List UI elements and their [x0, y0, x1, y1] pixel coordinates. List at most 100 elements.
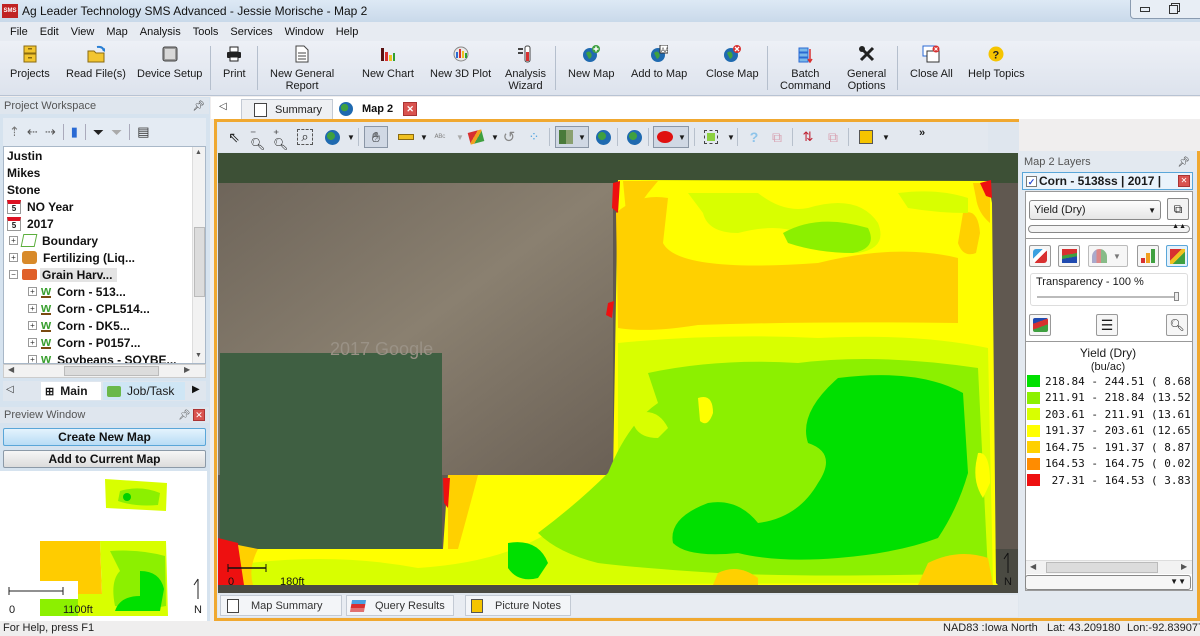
remove-layer-icon[interactable]: ✕ — [1178, 175, 1190, 187]
print-button[interactable]: Print — [223, 45, 246, 80]
pin-icon[interactable]: 📌︎ — [178, 410, 191, 421]
expand-icon[interactable]: + — [9, 236, 18, 245]
tab-scroll-left-icon[interactable]: ◁ — [6, 384, 14, 395]
globe-person-icon[interactable] — [593, 127, 613, 147]
layer-copy-button[interactable]: ⧉ — [1167, 198, 1189, 220]
dropdown-arrow-icon[interactable]: ▼ — [721, 127, 741, 147]
tree-node[interactable]: + ᴡ Corn - DK5... — [28, 317, 130, 334]
zoom-out-icon[interactable]: ₋🔍︎ — [250, 123, 270, 151]
undo-icon[interactable]: ↺ — [499, 127, 519, 147]
basemap-toggle-button[interactable]: ▼ — [555, 126, 589, 148]
legend-list-button[interactable]: ☰ — [1096, 314, 1118, 336]
point-style-button[interactable] — [1029, 245, 1051, 267]
tab-picture-notes[interactable]: Picture Notes — [465, 595, 571, 616]
histogram-button[interactable] — [1137, 245, 1159, 267]
menu-analysis[interactable]: Analysis — [134, 26, 187, 38]
tree-horizontal-scrollbar[interactable]: ◀ ▶ — [3, 364, 206, 378]
scroll-left-icon[interactable]: ◀ — [8, 365, 14, 374]
label-move-icon[interactable]: ᴬᴮᶜ — [430, 127, 450, 147]
legend-horizontal-scrollbar[interactable]: ◀ ▶ — [1026, 560, 1192, 574]
zoom-extent-icon[interactable]: ⌕ — [297, 129, 313, 145]
tab-query-results[interactable]: Query Results — [346, 595, 454, 616]
menu-map[interactable]: Map — [100, 26, 133, 38]
filter-icon[interactable]: ⏷ — [93, 124, 104, 141]
clear-filter-icon[interactable]: ⏷ — [111, 124, 122, 141]
analysis-wizard-button[interactable]: Analysis Wizard — [505, 45, 546, 92]
tab-scroll-right-icon[interactable]: ▶ — [192, 384, 200, 395]
properties-icon[interactable]: ▤ — [137, 124, 149, 140]
note-icon[interactable] — [856, 127, 876, 147]
layer-compare-icon[interactable]: ⧉ — [823, 127, 843, 147]
tree-node[interactable]: + ᴡ Corn - P0157... — [28, 334, 141, 351]
measure-icon[interactable] — [396, 127, 416, 147]
tree-node[interactable]: + ᴡ Soybeans - SOYBE... — [28, 351, 177, 363]
minimize-button[interactable] — [1131, 0, 1159, 18]
expand-icon[interactable]: + — [28, 338, 37, 347]
expand-icon[interactable]: + — [9, 253, 18, 262]
tab-main[interactable]: ⊞ Main — [41, 382, 101, 400]
layers-tool-icon[interactable] — [466, 127, 486, 147]
close-button[interactable]: ✕ — [1187, 0, 1200, 18]
dropdown-arrow-icon[interactable]: ▼ — [876, 127, 896, 147]
attribute-select[interactable]: Yield (Dry) ▼ — [1029, 200, 1161, 220]
scroll-thumb[interactable] — [194, 227, 205, 297]
tab-summary[interactable]: Summary — [241, 99, 333, 119]
expand-icon[interactable]: + — [28, 287, 37, 296]
menu-tools[interactable]: Tools — [187, 26, 225, 38]
export-globe-icon[interactable] — [624, 127, 644, 147]
new-map-button[interactable]: New Map — [568, 45, 614, 80]
close-all-button[interactable]: Close All — [910, 45, 953, 80]
tab-job-task[interactable]: Job/Task — [103, 382, 185, 400]
transparency-slider-thumb[interactable] — [1174, 292, 1179, 301]
zoom-globe-icon[interactable] — [322, 127, 342, 147]
legend-style-button[interactable]: ▼ — [1088, 245, 1128, 267]
add-to-current-map-button[interactable]: Add to Current Map — [3, 450, 206, 468]
new-chart-button[interactable]: New Chart — [362, 45, 414, 80]
tree-node[interactable]: + ᴡ Corn - 513... — [28, 283, 126, 300]
tab-scroll-left-icon[interactable]: ◁ — [219, 101, 227, 112]
scroll-thumb[interactable] — [64, 366, 159, 376]
move-right-icon[interactable]: ⇢ — [45, 124, 56, 140]
expand-icon[interactable]: + — [28, 321, 37, 330]
menu-help[interactable]: Help — [330, 26, 365, 38]
transparency-slider-track[interactable] — [1037, 296, 1177, 298]
close-map-button[interactable]: Close Map — [706, 45, 759, 80]
help-query-icon[interactable]: ? — [744, 127, 764, 147]
new-3d-plot-button[interactable]: New 3D Plot — [430, 45, 491, 80]
tree-node-selected[interactable]: − Grain Harv... — [9, 266, 118, 283]
close-preview-icon[interactable]: ✕ — [193, 409, 205, 421]
select-arrow-icon[interactable]: ⇖ — [224, 127, 244, 147]
batch-command-button[interactable]: Batch Command — [780, 45, 831, 92]
map-canvas[interactable]: 2017 Google 0 180ft N — [218, 153, 1018, 593]
add-to-map-button[interactable]: AA Add to Map — [631, 45, 687, 80]
layer-visible-checkbox[interactable]: ✓ — [1026, 175, 1037, 187]
help-topics-button[interactable]: ? Help Topics — [968, 45, 1025, 80]
projects-button[interactable]: Projects — [10, 45, 50, 80]
collapse-options-bar[interactable]: ▲▲ — [1028, 223, 1190, 233]
zoom-in-icon[interactable]: ₊🔍︎ — [273, 123, 293, 151]
tree-node[interactable]: + ᴡ Corn - CPL514... — [28, 300, 150, 317]
move-up-icon[interactable]: ⇡ — [9, 124, 20, 140]
swap-layers-icon[interactable]: ⇅ — [798, 127, 818, 147]
layer-properties-button[interactable] — [1029, 314, 1051, 336]
scroll-up-icon[interactable]: ▲ — [195, 149, 202, 156]
collapse-icon[interactable]: − — [9, 270, 18, 279]
tree-node[interactable]: Stone — [7, 181, 40, 198]
restore-button[interactable] — [1159, 0, 1187, 18]
tree-node[interactable]: + Fertilizing (Liq... — [9, 249, 135, 266]
tab-map-2[interactable]: Map 2 ✕ — [335, 98, 425, 119]
tree-node[interactable]: 5 NO Year — [7, 198, 73, 215]
menu-services[interactable]: Services — [224, 26, 278, 38]
scroll-thumb[interactable] — [1046, 562, 1158, 573]
menu-view[interactable]: View — [65, 26, 101, 38]
query-clear-icon[interactable]: ⧉ — [767, 127, 787, 147]
scroll-right-icon[interactable]: ▶ — [184, 365, 190, 374]
device-setup-button[interactable]: Device Setup — [137, 45, 202, 80]
tree-node[interactable]: + Boundary — [9, 232, 98, 249]
menu-window[interactable]: Window — [279, 26, 330, 38]
tree-node[interactable]: Mikes — [7, 164, 40, 181]
pin-icon[interactable]: 📌︎ — [1177, 157, 1190, 168]
color-ramp-button[interactable] — [1166, 245, 1188, 267]
layer-header[interactable]: ✓ Corn - 5138ss | 2017 | ✕ — [1022, 172, 1193, 190]
pan-hand-icon[interactable]: ✋︎ — [364, 126, 388, 148]
